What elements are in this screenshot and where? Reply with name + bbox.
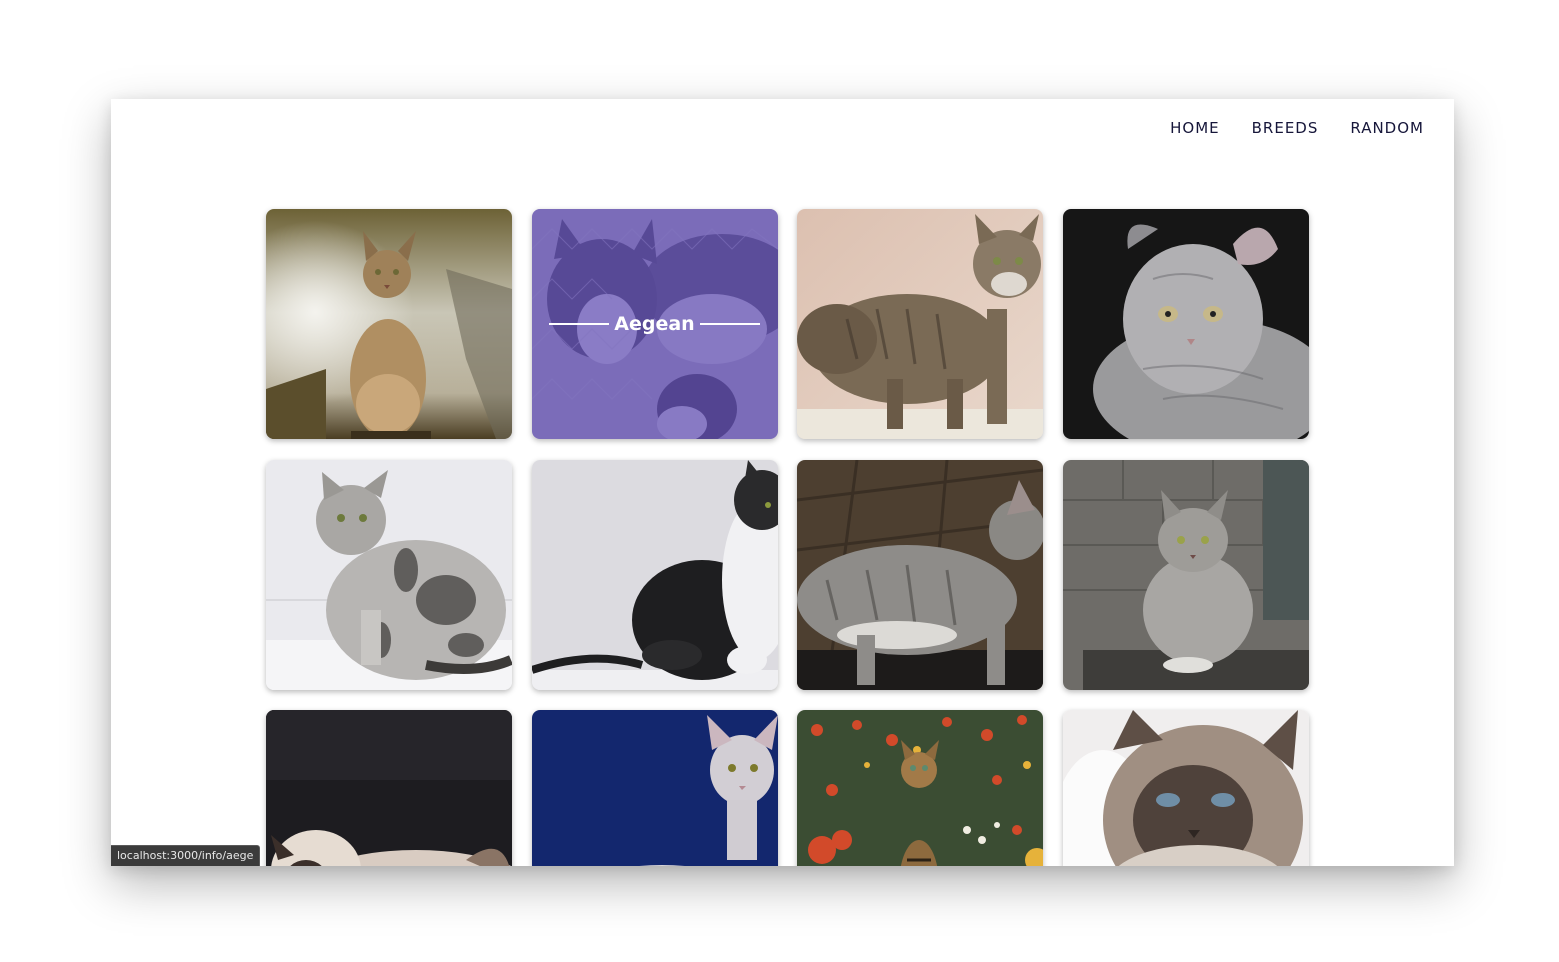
breed-card-american-shorthair[interactable] <box>266 459 512 690</box>
breed-name-label: Aegean <box>549 313 760 335</box>
balinese-photo <box>266 710 512 866</box>
hover-overlay: Aegean <box>531 209 778 439</box>
label-rule-right <box>699 323 760 325</box>
breed-card-birman[interactable] <box>1062 710 1309 866</box>
american-shorthair-photo <box>266 459 512 690</box>
nav-home-link[interactable]: HOME <box>1170 119 1220 137</box>
breed-card-american-wirehair[interactable] <box>531 459 778 690</box>
bambino-photo <box>531 710 778 866</box>
breed-card-american-bobtail[interactable] <box>797 209 1043 439</box>
status-bar-url: localhost:3000/info/aege <box>111 845 261 866</box>
arabian-mau-photo <box>797 459 1043 690</box>
american-curl-photo <box>1062 209 1309 439</box>
abyssinian-photo <box>266 209 512 439</box>
american-wirehair-photo <box>531 459 778 690</box>
bengal-photo <box>797 710 1043 866</box>
breed-card-abyssinian[interactable] <box>266 209 512 439</box>
birman-photo <box>1062 710 1309 866</box>
breed-card-bambino[interactable] <box>531 710 778 866</box>
label-rule-left <box>549 323 610 325</box>
browser-window: HOME BREEDS RANDOM Aegean localhost:3000… <box>111 99 1454 866</box>
breed-card-balinese[interactable] <box>266 710 512 866</box>
breed-card-bengal[interactable] <box>797 710 1043 866</box>
breed-card-arabian-mau[interactable] <box>797 459 1043 690</box>
nav-random-link[interactable]: RANDOM <box>1350 119 1424 137</box>
top-nav: HOME BREEDS RANDOM <box>1170 119 1424 137</box>
breed-card-australian-mist[interactable] <box>1062 459 1309 690</box>
breed-grid: Aegean <box>266 209 1309 866</box>
breed-name-text: Aegean <box>614 313 695 335</box>
american-bobtail-photo <box>797 209 1043 439</box>
breed-card-aegean[interactable]: Aegean <box>531 209 778 439</box>
breed-card-american-curl[interactable] <box>1062 209 1309 439</box>
nav-breeds-link[interactable]: BREEDS <box>1252 119 1319 137</box>
australian-mist-photo <box>1062 459 1309 690</box>
